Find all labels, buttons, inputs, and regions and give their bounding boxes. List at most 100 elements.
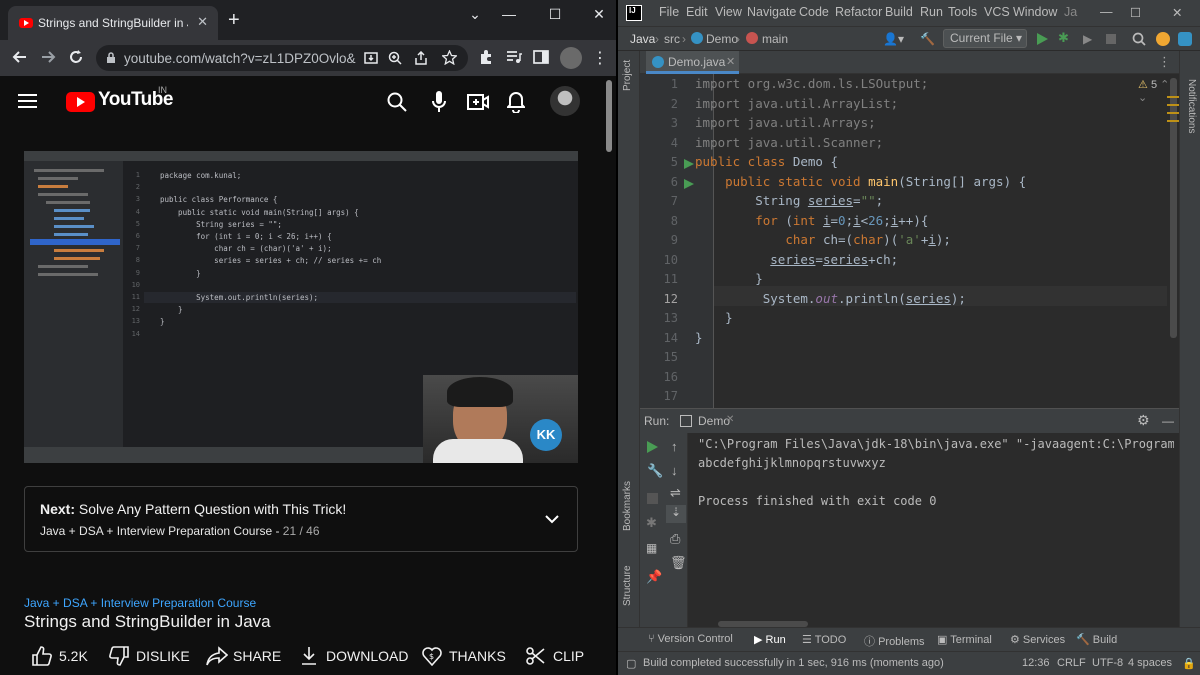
run-config-dropdown[interactable]: Current File ▾ <box>943 29 1027 48</box>
zoom-icon[interactable] <box>388 51 402 65</box>
settings-gear-icon[interactable]: ⚙ <box>1137 412 1150 429</box>
rerun-icon[interactable] <box>647 441 658 453</box>
wrench-icon[interactable]: 🔧 <box>647 463 663 479</box>
ide-close-button[interactable]: ✕ <box>1172 5 1182 20</box>
playlist-next-card[interactable]: Next: Solve Any Pattern Question with Th… <box>24 486 578 552</box>
code-line[interactable]: import java.util.Arrays; <box>695 115 876 130</box>
code-line[interactable]: public static void main(String[] args) { <box>695 174 1026 189</box>
search-everywhere-icon[interactable] <box>1132 32 1146 46</box>
tab-version-control[interactable]: ⑂ Version Control <box>648 633 733 645</box>
menu-code[interactable]: Code <box>799 5 829 19</box>
tab-close-icon[interactable]: ✕ <box>197 14 208 30</box>
new-tab-button[interactable]: + <box>228 10 240 30</box>
bookmarks-tool-tab[interactable]: Bookmarks <box>622 481 633 531</box>
menu-refactor[interactable]: Refactor <box>835 5 882 19</box>
reload-icon[interactable] <box>68 49 84 65</box>
close-window-button[interactable]: ✕ <box>576 0 616 30</box>
tab-services[interactable]: ⚙ Services <box>1010 633 1065 646</box>
media-control-icon[interactable] <box>506 49 522 65</box>
debug-icon[interactable]: ✱ <box>1058 30 1069 46</box>
clear-all-icon[interactable]: 🗑 <box>670 555 687 571</box>
build-hammer-icon[interactable]: 🔨 <box>920 32 935 46</box>
ide-maximize-button[interactable]: ☐ <box>1130 5 1141 20</box>
code-line[interactable]: char ch=(char)('a'+i); <box>695 232 951 247</box>
debug-bug-icon[interactable]: ✱ <box>646 515 657 531</box>
lock-icon[interactable]: 🔒 <box>1182 657 1196 670</box>
code-line[interactable]: } <box>695 271 763 286</box>
back-icon[interactable] <box>12 49 28 65</box>
menu-view[interactable]: View <box>715 5 742 19</box>
code-line[interactable]: import java.util.Scanner; <box>695 135 883 150</box>
menu-kebab-icon[interactable]: ⋮ <box>592 48 608 68</box>
hamburger-menu-icon[interactable] <box>18 94 37 108</box>
code-editor[interactable]: 1 2 3 4 5 6 7 8 9 10 11 12 13 14 15 16 17 import org.w3c… <box>640 74 1179 408</box>
extensions-icon[interactable] <box>478 49 494 65</box>
course-link[interactable]: Java + DSA + Interview Preparation Cours… <box>24 596 256 610</box>
search-icon[interactable] <box>387 92 407 112</box>
scroll-down-icon[interactable]: ↓ <box>671 463 678 478</box>
editor-tabs-menu-icon[interactable]: ⋮ <box>1158 54 1171 70</box>
menu-file[interactable]: File <box>659 5 679 19</box>
run-gutter-icon[interactable] <box>684 159 694 169</box>
install-app-icon[interactable] <box>364 51 378 65</box>
file-encoding[interactable]: UTF-8 <box>1092 657 1123 669</box>
stop-icon[interactable] <box>1106 34 1116 44</box>
status-panel-toggle-icon[interactable]: ▢ <box>626 657 636 670</box>
hide-panel-icon[interactable]: — <box>1162 414 1174 428</box>
print-icon[interactable]: ⎙ <box>670 531 680 547</box>
breadcrumb-project[interactable]: Java <box>630 32 655 46</box>
create-video-icon[interactable] <box>467 94 489 110</box>
tab-problems[interactable]: ⓘ Problems <box>864 633 925 649</box>
code-line[interactable]: import org.w3c.dom.ls.LSOutput; <box>695 76 928 91</box>
profile-icon[interactable]: ▶ <box>1083 32 1092 46</box>
side-panel-icon[interactable] <box>533 49 549 65</box>
tab-run[interactable]: ▶ Run <box>754 633 786 646</box>
run-icon[interactable] <box>1036 33 1048 45</box>
profile-avatar[interactable] <box>560 47 582 69</box>
chevron-down-icon[interactable] <box>545 515 559 524</box>
forward-icon[interactable] <box>40 49 56 65</box>
caret-position[interactable]: 12:36 <box>1022 657 1050 669</box>
scroll-up-icon[interactable]: ↑ <box>671 439 678 454</box>
scroll-to-end-icon[interactable]: ⇣ <box>666 505 686 523</box>
update-icon[interactable] <box>1156 32 1170 46</box>
microphone-icon[interactable] <box>432 91 446 113</box>
jetbrains-ai-icon[interactable] <box>1178 32 1192 46</box>
bookmark-star-icon[interactable] <box>442 50 457 65</box>
address-bar[interactable]: youtube.com/watch?v=zL1DPZ0Ovlo&l... <box>96 45 468 71</box>
run-gutter-icon[interactable] <box>684 178 694 189</box>
tab-build[interactable]: 🔨 Build <box>1076 633 1117 646</box>
menu-build[interactable]: Build <box>885 5 913 19</box>
ide-minimize-button[interactable]: — <box>1100 5 1113 19</box>
user-icon[interactable]: 👤▾ <box>883 32 904 46</box>
code-line[interactable]: for (int i=0;i<26;i++){ <box>695 213 928 228</box>
menu-run[interactable]: Run <box>920 5 943 19</box>
structure-tool-tab[interactable]: Structure <box>622 565 633 606</box>
menu-tools[interactable]: Tools <box>948 5 977 19</box>
layout-icon[interactable]: ▦ <box>646 541 657 555</box>
console-output[interactable]: "C:\Program Files\Java\jdk-18\bin\java.e… <box>698 435 1174 615</box>
code-line[interactable]: String series=""; <box>695 193 883 208</box>
project-tool-tab[interactable]: Project <box>622 60 633 91</box>
breadcrumb-method[interactable]: main <box>762 32 788 46</box>
editor-scrollbar[interactable] <box>1167 74 1179 408</box>
code-line[interactable]: } <box>695 330 703 345</box>
tab-terminal[interactable]: ▣ Terminal <box>937 633 992 646</box>
account-avatar[interactable] <box>550 86 580 116</box>
build-status-message[interactable]: Build completed successfully in 1 sec, 9… <box>643 657 944 669</box>
line-separator[interactable]: CRLF <box>1057 657 1086 669</box>
code-line[interactable]: } <box>695 310 733 325</box>
code-line[interactable]: public class Demo { <box>695 154 838 169</box>
menu-window[interactable]: Window <box>1013 5 1057 19</box>
stop-run-icon[interactable] <box>647 493 658 504</box>
soft-wrap-icon[interactable]: ⇌ <box>670 485 681 501</box>
run-tab-close-icon[interactable]: ✕ <box>726 414 734 425</box>
code-line[interactable]: series=series+ch; <box>695 252 898 267</box>
menu-edit[interactable]: Edit <box>686 5 708 19</box>
tab-todo[interactable]: ☰ TODO <box>802 633 846 646</box>
maximize-button[interactable]: ☐ <box>532 0 578 30</box>
tab-close-icon[interactable]: ✕ <box>726 55 735 68</box>
menu-vcs[interactable]: VCS <box>984 5 1010 19</box>
indent-setting[interactable]: 4 spaces <box>1128 657 1172 669</box>
pin-icon[interactable]: 📌 <box>646 569 662 585</box>
